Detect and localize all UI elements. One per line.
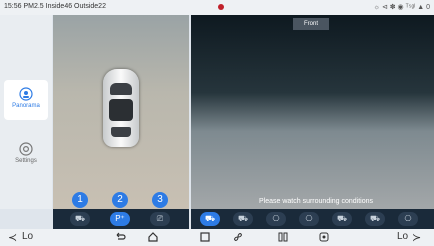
camera-view-bar: ⛟ ⛟ ⎔ ⎔ ⛟ ⛟ ⎔ bbox=[191, 209, 434, 229]
system-nav-bar: ≺ Lo Lo ≻ bbox=[0, 229, 434, 246]
car-rear-window bbox=[111, 127, 131, 137]
right-temp: Lo bbox=[397, 231, 409, 242]
car-right-view-button[interactable]: ⎔ bbox=[299, 212, 319, 226]
temp-decrease-left-icon[interactable]: ≺ bbox=[8, 231, 17, 244]
exit-button[interactable]: ⎚ bbox=[150, 212, 170, 226]
camera-mode-label: Front bbox=[293, 18, 329, 30]
exit-icon: ⎚ bbox=[156, 214, 164, 223]
seat-icon bbox=[278, 232, 288, 242]
status-bar: 15:56 PM2.5 Inside46 Outside22 ☼ ⊲ ✽ ◉ ᵀ… bbox=[0, 0, 434, 15]
home-button[interactable] bbox=[147, 231, 159, 243]
back-button[interactable] bbox=[114, 231, 126, 243]
home-icon bbox=[148, 232, 158, 242]
status-left-text: 15:56 PM2.5 Inside46 Outside22 bbox=[4, 3, 106, 10]
square-icon bbox=[200, 232, 210, 242]
fan-button[interactable] bbox=[232, 231, 244, 243]
car-right-view-icon: ⎔ bbox=[305, 214, 313, 223]
view-button-bar: ⛟ P⁺ ⎚ bbox=[53, 209, 189, 229]
parking-button[interactable]: P⁺ bbox=[110, 212, 130, 226]
car-roof bbox=[109, 99, 133, 121]
front-camera-view: Front Please watch surrounding condition… bbox=[191, 15, 434, 209]
back-icon bbox=[116, 232, 126, 240]
car-windshield bbox=[110, 83, 132, 95]
car-left-view-icon: ⎔ bbox=[272, 214, 280, 223]
defrost-button[interactable] bbox=[318, 231, 330, 243]
notification-dot-icon bbox=[218, 4, 224, 10]
car-3d-side-icon: ⎔ bbox=[404, 214, 412, 223]
status-right-icons: ☼ ⊲ ✽ ◉ ᵀ⁵ᵍˡ ▲ 0 bbox=[373, 4, 430, 11]
parking-icon: P⁺ bbox=[115, 214, 125, 223]
sidebar-item-label: Settings bbox=[15, 158, 37, 164]
settings-circle-icon bbox=[19, 142, 33, 156]
fan-icon bbox=[234, 233, 242, 241]
car-3d-front-icon: ⛟ bbox=[336, 214, 348, 223]
car-3d-rear-icon: ⛟ bbox=[369, 214, 381, 223]
sidebar-item-label: Panorama bbox=[12, 103, 40, 109]
seat-button[interactable] bbox=[277, 231, 289, 243]
car-top-view bbox=[103, 69, 139, 147]
camera-circle-icon bbox=[19, 87, 33, 101]
temp-increase-right-icon[interactable]: ≻ bbox=[412, 231, 421, 244]
car-rear-view-button[interactable]: ⛟ bbox=[233, 212, 253, 226]
recent-apps-button[interactable] bbox=[199, 231, 211, 243]
left-temp: Lo bbox=[22, 231, 34, 242]
car-front-view-button[interactable]: ⛟ bbox=[200, 212, 220, 226]
car-3d-front-button[interactable]: ⛟ bbox=[332, 212, 352, 226]
view-number-3[interactable]: 3 bbox=[152, 192, 168, 208]
car-3d-rear-button[interactable]: ⛟ bbox=[365, 212, 385, 226]
car-left-view-button[interactable]: ⎔ bbox=[266, 212, 286, 226]
warning-text: Please watch surrounding conditions bbox=[259, 198, 374, 205]
car-rear-view-icon: ⛟ bbox=[237, 214, 249, 223]
view-number-2[interactable]: 2 bbox=[112, 192, 128, 208]
car-front-icon: ⛟ bbox=[74, 214, 86, 223]
car-front-button[interactable]: ⛟ bbox=[70, 212, 90, 226]
defrost-icon bbox=[319, 232, 329, 242]
sidebar-item-settings[interactable]: Settings bbox=[4, 135, 48, 175]
sidebar: Panorama Settings bbox=[0, 15, 52, 209]
car-front-view-icon: ⛟ bbox=[204, 214, 216, 223]
car-3d-side-button[interactable]: ⎔ bbox=[398, 212, 418, 226]
sidebar-item-panorama[interactable]: Panorama bbox=[4, 80, 48, 120]
view-number-1[interactable]: 1 bbox=[72, 192, 88, 208]
surround-view-panel: 1 2 3 bbox=[53, 15, 189, 209]
